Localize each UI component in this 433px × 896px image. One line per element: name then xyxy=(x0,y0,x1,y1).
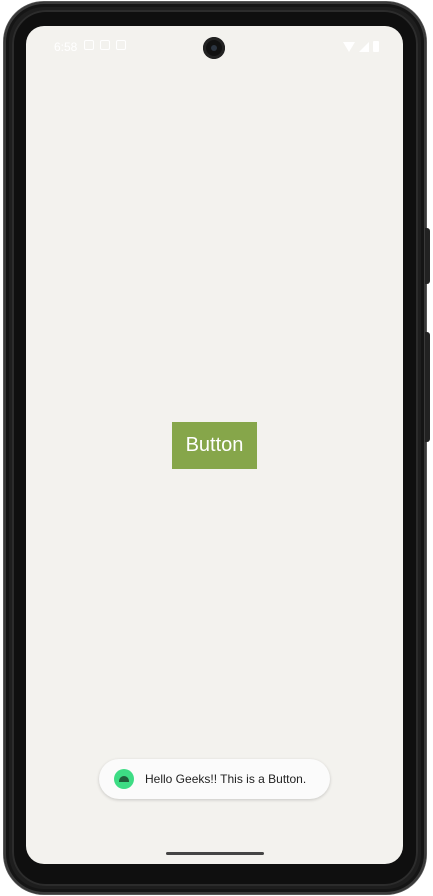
battery-icon xyxy=(373,41,379,52)
sim-card-icon xyxy=(100,40,110,50)
volume-button[interactable] xyxy=(425,332,430,442)
status-notification-icons xyxy=(84,40,126,50)
screenshot-icon xyxy=(116,40,126,50)
power-button[interactable] xyxy=(425,228,430,284)
android-icon xyxy=(114,769,134,789)
notification-icon xyxy=(84,40,94,50)
front-camera xyxy=(203,37,225,59)
home-indicator[interactable] xyxy=(166,852,264,855)
signal-icon xyxy=(359,41,369,52)
wifi-icon xyxy=(343,41,355,52)
toast-text: Hello Geeks!! This is a Button. xyxy=(145,772,307,786)
status-bar: 6:58 xyxy=(26,26,403,70)
status-system-icons xyxy=(343,41,379,52)
status-time: 6:58 xyxy=(54,40,78,54)
app-screen: 6:58 Button Hello Geeks!! This is a Butt… xyxy=(26,26,403,864)
canvas: 6:58 Button Hello Geeks!! This is a Butt… xyxy=(0,0,433,896)
toast-message: Hello Geeks!! This is a Button. xyxy=(99,759,330,799)
main-button[interactable]: Button xyxy=(172,422,257,469)
